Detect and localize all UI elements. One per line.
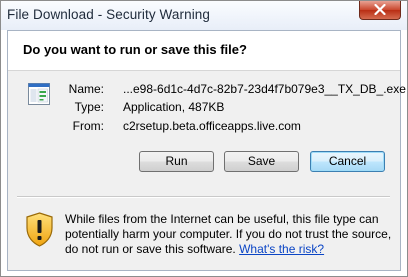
close-button[interactable] [359,1,401,20]
security-warning-text: While files from the Internet can be use… [65,212,395,257]
dialog-question: Do you want to run or save this file? [23,42,247,57]
window-title: File Download - Security Warning [7,7,211,22]
warning-message: While files from the Internet can be use… [65,212,392,256]
title-bar[interactable]: File Download - Security Warning [1,1,407,30]
warning-shield-icon [26,212,53,247]
close-icon [374,4,386,15]
run-button[interactable]: Run [139,151,214,172]
file-name-label: Name: [68,82,104,96]
file-from-label: From: [72,119,104,133]
whats-the-risk-link[interactable]: What's the risk? [239,242,324,256]
save-button[interactable]: Save [224,151,299,172]
cancel-button[interactable]: Cancel [310,151,385,172]
download-dialog-window: File Download - Security Warning Do you … [0,0,408,277]
file-from-value: c2rsetup.beta.officeapps.live.com [123,119,301,133]
file-type-label: Type: [74,100,104,114]
file-name-value: ...e98-6d1c-4d7c-82b7-23d4f7b079e3__TX_D… [123,82,406,96]
divider [17,196,390,198]
dialog-header: Do you want to run or save this file? [8,31,400,71]
dialog-body: Do you want to run or save this file? Na… [7,30,406,271]
file-type-value: Application, 487KB [123,100,225,114]
